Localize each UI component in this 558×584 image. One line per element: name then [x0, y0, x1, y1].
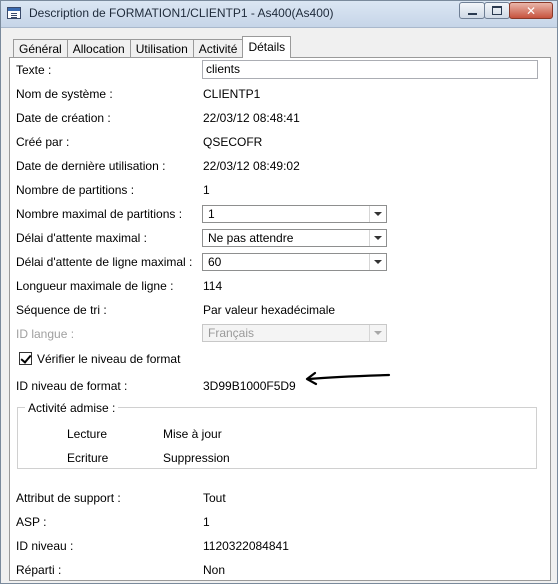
nombre-partitions-label: Nombre de partitions : [16, 183, 135, 197]
delai-attente-ligne-max-select[interactable]: 60 [202, 253, 387, 271]
nombre-partitions-value: 1 [203, 183, 210, 197]
asp-label: ASP : [16, 515, 47, 529]
tab-allocation[interactable]: Allocation [66, 39, 131, 58]
dialog-window: Description de FORMATION1/CLIENTP1 - As4… [0, 0, 558, 584]
nombre-max-partitions-value: 1 [208, 207, 215, 221]
id-langue-select[interactable]: Français [202, 324, 387, 342]
sequence-tri-label: Séquence de tri : [16, 303, 107, 317]
id-niveau-format-value: 3D99B1000F5D9 [203, 379, 296, 393]
title-bar[interactable]: Description de FORMATION1/CLIENTP1 - As4… [1, 1, 557, 28]
tab-general[interactable]: Général [13, 39, 68, 58]
delai-attente-ligne-max-value: 60 [208, 255, 222, 269]
texte-input[interactable]: clients [202, 60, 538, 79]
id-niveau-format-label: ID niveau de format : [16, 379, 128, 393]
tab-details[interactable]: Détails [242, 36, 292, 58]
tab-activite[interactable]: Activité [192, 39, 244, 58]
date-creation-value: 22/03/12 08:48:41 [203, 111, 300, 125]
window-title: Description de FORMATION1/CLIENTP1 - As4… [29, 6, 334, 20]
nombre-max-partitions-label: Nombre maximal de partitions : [16, 207, 183, 221]
maximize-button[interactable] [484, 2, 510, 19]
longueur-max-ligne-label: Longueur maximale de ligne : [16, 279, 174, 293]
nom-systeme-value: CLIENTP1 [203, 87, 261, 101]
texte-label: Texte : [16, 63, 52, 77]
tab-utilisation[interactable]: Utilisation [129, 39, 194, 58]
nom-systeme-label: Nom de système : [16, 87, 113, 101]
hand-drawn-arrow-icon [305, 371, 391, 386]
date-derniere-utilisation-value: 22/03/12 08:49:02 [203, 159, 300, 173]
delai-attente-max-label: Délai d'attente maximal : [16, 231, 148, 245]
chevron-down-icon[interactable] [369, 254, 386, 270]
nombre-max-partitions-select[interactable]: 1 [202, 205, 387, 223]
delai-attente-ligne-max-label: Délai d'attente de ligne maximal : [16, 255, 193, 269]
id-niveau-label: ID niveau : [16, 539, 74, 553]
attribut-support-label: Attribut de support : [16, 491, 121, 505]
tab-bar: Général Allocation Utilisation Activité … [13, 36, 292, 58]
date-creation-label: Date de création : [16, 111, 111, 125]
window-icon[interactable] [7, 7, 21, 19]
date-derniere-utilisation-label: Date de dernière utilisation : [16, 159, 166, 173]
id-niveau-value: 1120322084841 [203, 539, 289, 553]
maximize-icon [492, 6, 502, 15]
longueur-max-ligne-value: 114 [203, 279, 223, 293]
chevron-down-icon[interactable] [369, 206, 386, 222]
reparti-label: Réparti : [16, 563, 62, 577]
activite-ecriture: Ecriture [67, 451, 109, 465]
sequence-tri-value: Par valeur hexadécimale [203, 303, 336, 317]
activite-lecture: Lecture [67, 427, 108, 441]
activite-admise-title: Activité admise : [25, 401, 119, 415]
cree-par-value: QSECOFR [203, 135, 263, 149]
verifier-niveau-format-checkbox[interactable] [19, 352, 32, 365]
close-icon: ✕ [525, 3, 537, 18]
asp-value: 1 [203, 515, 210, 529]
close-button[interactable]: ✕ [509, 2, 553, 19]
id-langue-value: Français [208, 326, 255, 340]
reparti-value: Non [203, 563, 226, 577]
verifier-niveau-format-label[interactable]: Vérifier le niveau de format [37, 352, 180, 366]
attribut-support-value: Tout [203, 491, 226, 505]
minimize-icon [467, 12, 477, 15]
chevron-down-icon [369, 325, 386, 341]
cree-par-label: Créé par : [16, 135, 70, 149]
id-langue-label: ID langue : [16, 327, 75, 341]
minimize-button[interactable] [459, 2, 485, 19]
activite-mise-a-jour: Mise à jour [163, 427, 222, 441]
delai-attente-max-select[interactable]: Ne pas attendre [202, 229, 387, 247]
activite-suppression: Suppression [163, 451, 230, 465]
delai-attente-max-value: Ne pas attendre [208, 231, 294, 245]
chevron-down-icon[interactable] [369, 230, 386, 246]
